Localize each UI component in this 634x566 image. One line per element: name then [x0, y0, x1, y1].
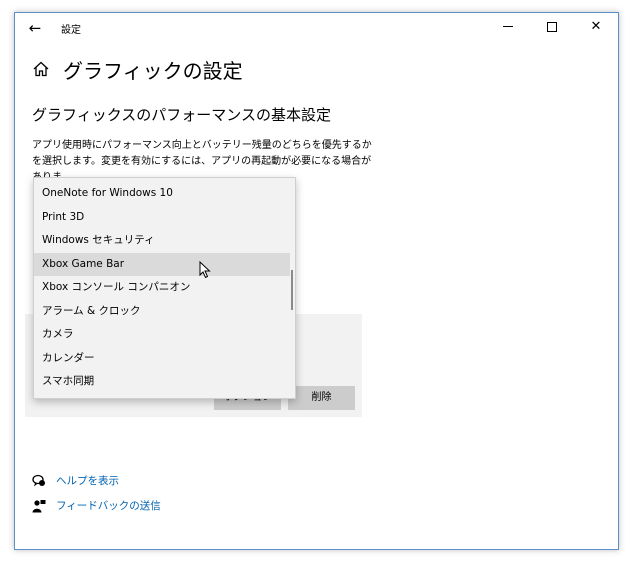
minimize-button[interactable] — [486, 13, 530, 41]
mouse-cursor-icon — [199, 261, 211, 279]
home-icon[interactable] — [32, 60, 50, 78]
title-bar: ← 設定 ✕ — [15, 13, 618, 43]
dropdown-option[interactable]: Windows セキュリティ — [34, 229, 290, 252]
feedback-person-icon — [32, 500, 46, 513]
window-title: 設定 — [61, 25, 81, 36]
app-select-dropdown[interactable]: OneNote for Windows 10 Print 3D Windows … — [33, 177, 296, 399]
dropdown-option[interactable]: Xbox コンソール コンパニオン — [34, 276, 290, 299]
dropdown-option[interactable]: スマホ同期 — [34, 370, 290, 393]
dropdown-scrollbar[interactable] — [291, 270, 293, 310]
dropdown-option[interactable]: カレンダー — [34, 347, 290, 370]
dropdown-option-hovered[interactable]: Xbox Game Bar — [34, 253, 290, 276]
settings-window: ← 設定 ✕ グラフィックの設定 グラフィックスのパフォーマンスの基本設定 アプ… — [14, 12, 619, 550]
maximize-icon — [547, 21, 557, 32]
send-feedback-link[interactable]: フィードバックの送信 — [56, 497, 161, 515]
maximize-button[interactable] — [530, 13, 574, 41]
page-title: グラフィックの設定 — [63, 59, 243, 83]
section-title: グラフィックスのパフォーマンスの基本設定 — [32, 106, 331, 124]
show-help-link[interactable]: ヘルプを表示 — [56, 472, 119, 490]
close-icon: ✕ — [590, 19, 602, 34]
dropdown-option[interactable]: Print 3D — [34, 206, 290, 229]
close-button[interactable]: ✕ — [574, 13, 618, 41]
dropdown-option[interactable]: アラーム & クロック — [34, 300, 290, 323]
minimize-icon — [503, 26, 513, 27]
dropdown-option[interactable]: カメラ — [34, 323, 290, 346]
help-chat-icon — [32, 474, 45, 487]
remove-button[interactable]: 削除 — [288, 386, 355, 410]
dropdown-option[interactable]: OneNote for Windows 10 — [34, 182, 290, 205]
back-arrow-icon[interactable]: ← — [25, 18, 45, 38]
